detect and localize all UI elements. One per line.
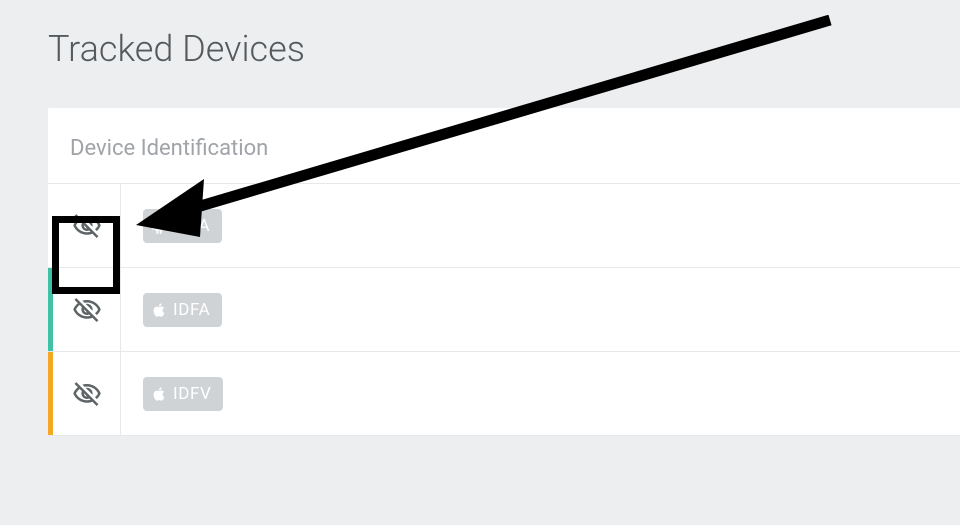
device-row: AIFA: [48, 184, 960, 268]
eye-slash-icon: [72, 295, 102, 325]
device-tag-idfa[interactable]: IDFA: [143, 293, 222, 327]
device-tag-label: IDFV: [173, 384, 211, 404]
apple-icon: [151, 386, 167, 402]
visibility-toggle[interactable]: [53, 184, 121, 267]
device-tag-label: IDFA: [173, 300, 210, 320]
panel-header: Device Identification: [48, 108, 960, 184]
device-row: IDFV: [48, 352, 960, 436]
device-row: IDFA: [48, 268, 960, 352]
page-title: Tracked Devices: [0, 0, 960, 94]
android-icon: [151, 218, 167, 234]
visibility-toggle[interactable]: [53, 352, 121, 435]
device-tag-idfv[interactable]: IDFV: [143, 377, 223, 411]
device-tag-aifa[interactable]: AIFA: [143, 209, 222, 243]
panel-header-label: Device Identification: [70, 136, 268, 161]
visibility-toggle[interactable]: [53, 268, 121, 351]
eye-slash-icon: [72, 379, 102, 409]
device-id-panel: Device Identification AIFA IDFA: [48, 108, 960, 436]
eye-slash-icon: [72, 211, 102, 241]
apple-icon: [151, 302, 167, 318]
device-tag-label: AIFA: [173, 216, 210, 236]
